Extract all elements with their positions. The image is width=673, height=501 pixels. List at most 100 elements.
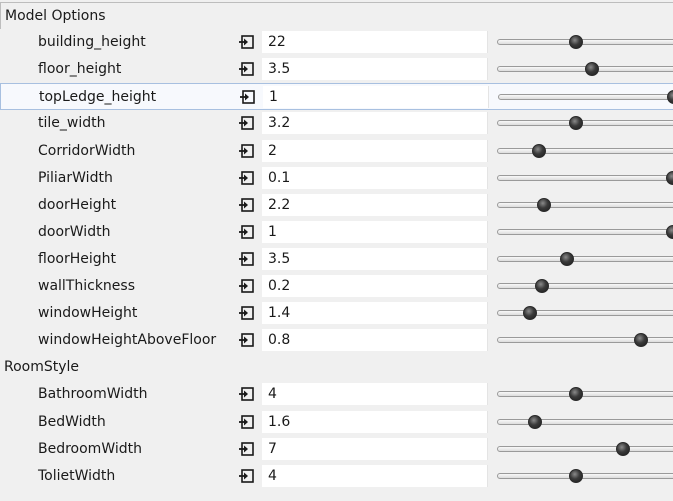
param-row-BathroomWidth[interactable]: BathroomWidth 4	[0, 381, 673, 408]
param-row-windowHeightAboveFloor[interactable]: windowHeightAboveFloor 0.8	[0, 327, 673, 354]
param-slider[interactable]	[497, 143, 673, 161]
link-parameter-icon[interactable]	[238, 144, 256, 158]
param-slider[interactable]	[497, 468, 673, 486]
param-row-doorHeight[interactable]: doorHeight 2.2	[0, 192, 673, 219]
param-value-field[interactable]: 1	[262, 221, 488, 243]
param-slider[interactable]	[497, 170, 673, 188]
param-value: 7	[268, 441, 277, 457]
param-value-field[interactable]: 2	[262, 140, 488, 162]
link-parameter-icon[interactable]	[238, 35, 256, 49]
param-row-doorWidth[interactable]: doorWidth 1	[0, 219, 673, 246]
slider-thumb[interactable]	[585, 62, 599, 76]
param-slider[interactable]	[497, 115, 673, 133]
param-row-TolietWidth[interactable]: TolietWidth 4	[0, 463, 673, 490]
slider-track[interactable]	[497, 391, 673, 397]
link-parameter-icon[interactable]	[238, 387, 256, 401]
param-slider[interactable]	[497, 251, 673, 269]
param-slider[interactable]	[498, 89, 673, 107]
param-slider[interactable]	[497, 197, 673, 215]
slider-thumb[interactable]	[666, 171, 673, 185]
link-parameter-icon[interactable]	[238, 225, 256, 239]
param-row-wallThickness[interactable]: wallThickness 0.2	[0, 273, 673, 300]
param-row-tile_width[interactable]: tile_width 3.2	[0, 110, 673, 137]
link-parameter-icon[interactable]	[238, 279, 256, 293]
param-row-windowHeight[interactable]: windowHeight 1.4	[0, 300, 673, 327]
param-row-BedWidth[interactable]: BedWidth 1.6	[0, 409, 673, 436]
slider-thumb[interactable]	[528, 415, 542, 429]
param-slider[interactable]	[497, 414, 673, 432]
slider-thumb[interactable]	[569, 35, 583, 49]
slider-thumb[interactable]	[532, 144, 546, 158]
slider-track[interactable]	[497, 256, 673, 262]
slider-thumb[interactable]	[560, 252, 574, 266]
link-parameter-icon[interactable]	[238, 252, 256, 266]
link-parameter-icon[interactable]	[238, 171, 256, 185]
param-value-field[interactable]: 2.2	[262, 194, 488, 216]
link-parameter-icon[interactable]	[238, 306, 256, 320]
param-value-field[interactable]: 0.2	[262, 275, 488, 297]
link-parameter-icon[interactable]	[238, 469, 256, 483]
link-parameter-icon[interactable]	[238, 198, 256, 212]
slider-thumb[interactable]	[569, 469, 583, 483]
param-value-field[interactable]: 3.2	[262, 112, 488, 134]
slider-track[interactable]	[497, 229, 673, 235]
link-parameter-icon[interactable]	[238, 116, 256, 130]
slider-thumb[interactable]	[537, 198, 551, 212]
param-name: building_height	[38, 34, 146, 50]
param-slider[interactable]	[497, 441, 673, 459]
slider-track[interactable]	[497, 175, 673, 181]
link-parameter-icon[interactable]	[238, 62, 256, 76]
param-value-field[interactable]: 7	[262, 438, 488, 460]
slider-track[interactable]	[497, 39, 673, 45]
slider-track[interactable]	[497, 446, 673, 452]
section-header-0[interactable]: Model Options	[0, 2, 673, 29]
param-slider[interactable]	[497, 61, 673, 79]
slider-track[interactable]	[497, 283, 673, 289]
link-parameter-icon[interactable]	[238, 415, 256, 429]
slider-thumb[interactable]	[667, 90, 673, 104]
param-value-field[interactable]: 1.4	[262, 302, 488, 324]
slider-thumb[interactable]	[616, 442, 630, 456]
link-parameter-icon[interactable]	[238, 333, 256, 347]
param-row-floor_height[interactable]: floor_height 3.5	[0, 56, 673, 83]
param-slider[interactable]	[497, 386, 673, 404]
slider-track[interactable]	[497, 473, 673, 479]
param-row-PiliarWidth[interactable]: PiliarWidth 0.1	[0, 165, 673, 192]
slider-track[interactable]	[497, 120, 673, 126]
param-slider[interactable]	[497, 224, 673, 242]
slider-track[interactable]	[497, 148, 673, 154]
param-slider[interactable]	[497, 278, 673, 296]
param-row-CorridorWidth[interactable]: CorridorWidth 2	[0, 138, 673, 165]
param-value-field[interactable]: 4	[262, 383, 488, 405]
slider-thumb[interactable]	[666, 225, 673, 239]
param-slider[interactable]	[497, 305, 673, 323]
slider-thumb[interactable]	[523, 306, 537, 320]
param-value: 3.5	[268, 251, 291, 267]
slider-thumb[interactable]	[634, 333, 648, 347]
param-value-field[interactable]: 3.5	[262, 248, 488, 270]
param-value-field[interactable]: 0.1	[262, 167, 488, 189]
slider-thumb[interactable]	[569, 116, 583, 130]
slider-thumb[interactable]	[569, 387, 583, 401]
param-value: 3.2	[268, 115, 291, 131]
param-value-field[interactable]: 0.8	[262, 329, 488, 351]
param-value-field[interactable]: 22	[262, 31, 488, 53]
param-row-building_height[interactable]: building_height 22	[0, 29, 673, 56]
slider-thumb[interactable]	[535, 279, 549, 293]
param-row-topLedge_height[interactable]: topLedge_height 1	[0, 83, 673, 110]
section-header-1[interactable]: RoomStyle	[0, 354, 673, 381]
param-slider[interactable]	[497, 332, 673, 350]
link-parameter-icon[interactable]	[239, 90, 257, 104]
slider-track[interactable]	[497, 202, 673, 208]
slider-track[interactable]	[497, 419, 673, 425]
param-name: tile_width	[38, 115, 106, 131]
param-row-floorHeight[interactable]: floorHeight 3.5	[0, 246, 673, 273]
param-value-field[interactable]: 1	[263, 86, 489, 108]
param-row-BedroomWidth[interactable]: BedroomWidth 7	[0, 436, 673, 463]
link-parameter-icon[interactable]	[238, 442, 256, 456]
param-value-field[interactable]: 4	[262, 465, 488, 487]
slider-track[interactable]	[498, 94, 673, 100]
param-value-field[interactable]: 1.6	[262, 411, 488, 433]
param-value-field[interactable]: 3.5	[262, 58, 488, 80]
param-slider[interactable]	[497, 34, 673, 52]
